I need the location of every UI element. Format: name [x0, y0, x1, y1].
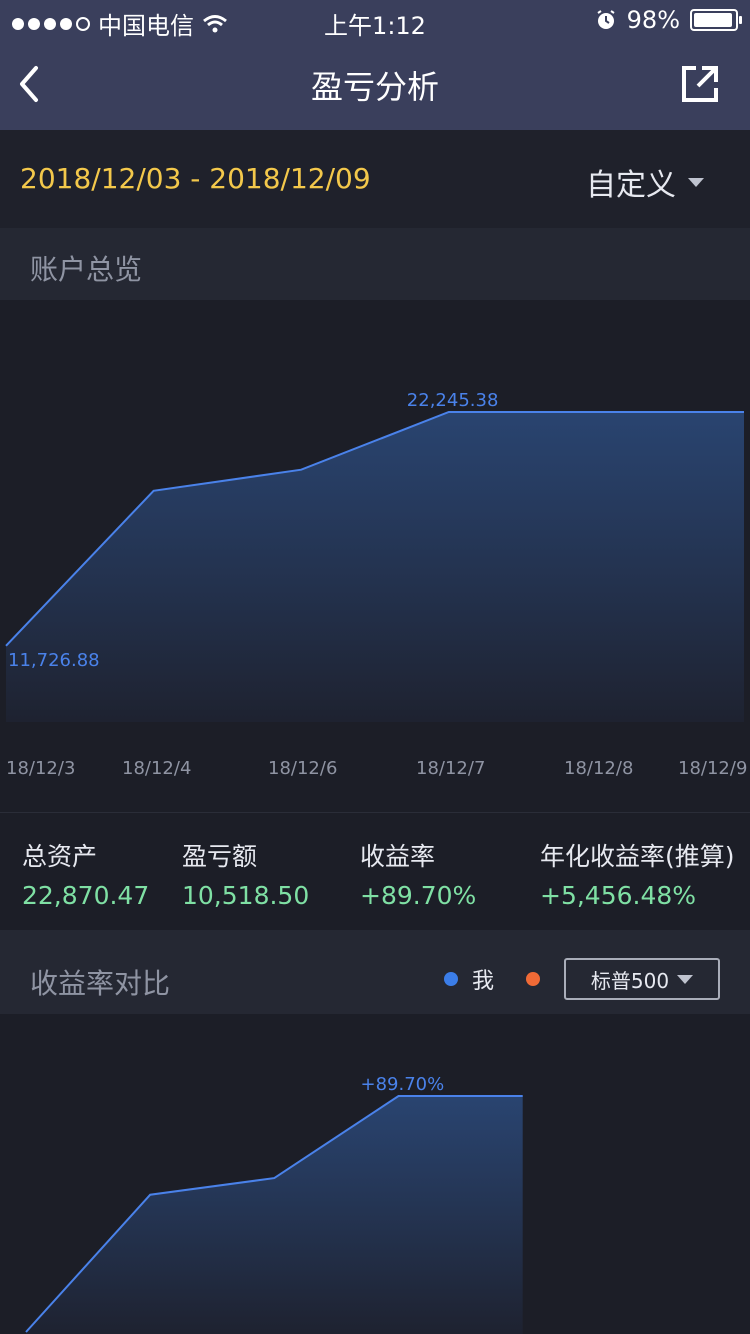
alarm-icon	[597, 10, 615, 29]
stat-label: 盈亏额	[182, 842, 258, 871]
compare-legend: 我 标普500	[443, 958, 720, 1000]
me-legend-dot	[443, 972, 458, 986]
x-tick-label: 18/12/9	[678, 758, 748, 779]
range-mode-label: 自定义	[586, 168, 676, 203]
page-title: 盈亏分析	[310, 68, 439, 106]
stat-profit-loss: 盈亏额 10,518.50	[182, 837, 309, 910]
benchmark-select[interactable]: 标普500	[564, 958, 720, 1000]
x-tick-label: 18/12/3	[6, 758, 76, 779]
x-tick-label: 18/12/6	[268, 758, 338, 779]
range-mode-dropdown[interactable]: 自定义	[586, 160, 704, 204]
status-right: 98%	[595, 6, 742, 34]
stat-total-assets: 总资产 22,870.47	[22, 837, 149, 910]
benchmark-label: 标普500	[590, 968, 670, 993]
overview-min-label: 11,726.88	[8, 650, 100, 671]
stat-value: +5,456.48%	[540, 881, 697, 910]
compare-chart-svg: +89.70%	[25, 1074, 523, 1334]
stats-panel: 总资产 22,870.47 盈亏额 10,518.50 收益率 +89.70% …	[0, 812, 750, 931]
stat-annualized-return: 年化收益率(推算) +5,456.48%	[540, 837, 735, 910]
stat-label: 年化收益率(推算)	[540, 842, 735, 871]
overview-header: 账户总览	[0, 228, 750, 300]
battery-percent: 98%	[626, 6, 680, 34]
overview-chart: 11,726.88 22,245.38 18/12/3 18/12/4 18/12/…	[0, 300, 750, 812]
share-icon[interactable]	[680, 64, 720, 104]
overview-max-label: 22,245.38	[407, 390, 499, 411]
stat-label: 收益率	[360, 842, 436, 871]
benchmark-legend-dot	[526, 972, 540, 986]
status-bar: 中国电信 上午1:12 98%	[0, 0, 750, 40]
date-range-label[interactable]: 2018/12/03 - 2018/12/09	[20, 162, 371, 195]
stat-label: 总资产	[22, 842, 98, 871]
overview-area	[6, 412, 744, 722]
chevron-down-icon	[688, 177, 704, 187]
navigation-bar: 盈亏分析	[0, 40, 750, 130]
chevron-down-icon	[677, 974, 694, 984]
battery-icon	[690, 9, 742, 31]
overview-chart-svg: 11,726.88 22,245.38	[5, 390, 744, 722]
overview-title: 账户总览	[30, 253, 143, 286]
x-tick-label: 18/12/8	[564, 758, 634, 779]
me-legend-label: 我	[471, 969, 494, 994]
stat-value: 22,870.47	[22, 881, 150, 910]
x-tick-label: 18/12/7	[416, 758, 486, 779]
compare-max-label: +89.70%	[361, 1074, 445, 1095]
section-divider	[0, 930, 750, 942]
compare-area	[26, 1096, 523, 1334]
stat-return-rate: 收益率 +89.70%	[360, 837, 476, 910]
stat-value: +89.70%	[360, 881, 477, 910]
compare-header: 收益率对比 我 标普500	[0, 942, 750, 1014]
stat-value: 10,518.50	[182, 881, 310, 910]
compare-chart: +89.70%	[0, 1014, 750, 1334]
compare-title: 收益率对比	[30, 967, 171, 1000]
date-range-bar: 2018/12/03 - 2018/12/09 自定义	[0, 130, 750, 228]
x-tick-label: 18/12/4	[122, 758, 192, 779]
